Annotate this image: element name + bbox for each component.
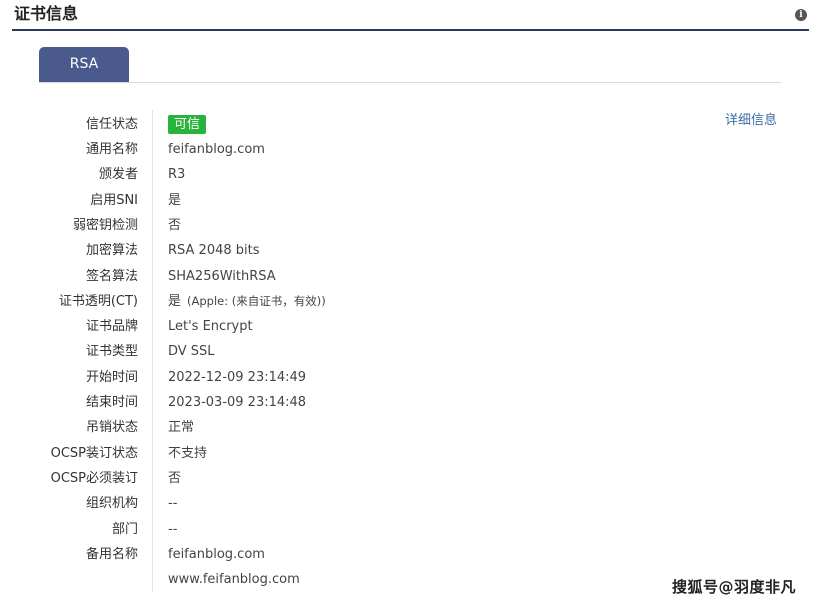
table-row: 通用名称 feifanblog.com — [0, 137, 822, 162]
table-row: 备用名称 feifanblog.com — [0, 542, 822, 567]
table-row: 证书品牌 Let's Encrypt — [0, 314, 822, 339]
field-value-note: (Apple: (来自证书，有效)) — [187, 294, 326, 308]
field-value-text: -- — [168, 522, 178, 537]
table-row: 弱密钥检测 否 — [0, 213, 822, 238]
field-label: 证书透明(CT) — [58, 294, 138, 309]
table-row: 启用SNI 是 — [0, 188, 822, 213]
field-label: 吊销状态 — [85, 420, 138, 435]
field-value-text: RSA 2048 bits — [168, 243, 260, 258]
field-value: 可信 — [168, 112, 207, 137]
field-value: 是 — [168, 188, 181, 213]
field-row-trust-status: 信任状态 可信 — [0, 112, 822, 137]
table-row: 签名算法 SHA256WithRSA — [0, 264, 822, 289]
field-value-text: 是 — [168, 193, 182, 208]
field-label: 证书品牌 — [85, 319, 138, 334]
certificate-info-panel: 证书信息 i RSA 详细信息 信任状态 可信 通用名称 feifanblog.c… — [0, 0, 822, 605]
field-value-text: feifanblog.com — [168, 142, 265, 157]
field-value: 是 (Apple: (来自证书，有效)) — [168, 289, 326, 314]
field-label: 部门 — [111, 522, 138, 537]
field-value: R3 — [168, 162, 185, 187]
field-value-text: R3 — [168, 167, 186, 182]
field-label: 启用SNI — [90, 193, 138, 208]
field-value-text: 正常 — [168, 420, 195, 435]
field-value-text: -- — [168, 496, 178, 511]
field-label: 结束时间 — [85, 395, 138, 410]
field-value: 2022-12-09 23:14:49 — [168, 365, 306, 390]
field-label: 组织机构 — [85, 496, 138, 511]
field-value: feifanblog.com — [168, 137, 265, 162]
field-value-text: www.feifanblog.com — [168, 572, 300, 587]
table-row: 组织机构 -- — [0, 491, 822, 516]
field-value: www.feifanblog.com — [168, 567, 300, 592]
field-value: 不支持 — [168, 441, 207, 466]
field-label: 通用名称 — [85, 142, 138, 157]
field-value-text: 2023-03-09 23:14:48 — [168, 395, 307, 410]
field-value-text: DV SSL — [168, 344, 215, 359]
field-value-text: feifanblog.com — [168, 547, 265, 562]
field-value: RSA 2048 bits — [168, 238, 260, 263]
section-title: 证书信息 — [14, 4, 79, 23]
field-value: Let's Encrypt — [168, 314, 253, 339]
table-row: 加密算法 RSA 2048 bits — [0, 238, 822, 263]
field-label: OCSP必须装订 — [50, 471, 138, 486]
field-value: SHA256WithRSA — [168, 264, 276, 289]
trust-status-badge: 可信 — [168, 115, 207, 134]
field-value: -- — [168, 517, 177, 542]
table-row: OCSP装订状态 不支持 — [0, 441, 822, 466]
field-label: 开始时间 — [85, 370, 138, 385]
field-value: 正常 — [168, 415, 194, 440]
table-row: 开始时间 2022-12-09 23:14:49 — [0, 365, 822, 390]
tab-rsa[interactable]: RSA — [39, 47, 129, 82]
field-label: OCSP装订状态 — [50, 446, 138, 461]
table-row: 吊销状态 正常 — [0, 415, 822, 440]
table-row: 部门 -- — [0, 517, 822, 542]
field-value: 否 — [168, 213, 181, 238]
watermark: 搜狐号@羽度非凡 — [672, 578, 797, 596]
field-label: 信任状态 — [85, 117, 138, 132]
field-label: 颁发者 — [98, 167, 138, 182]
table-row: 证书透明(CT) 是 (Apple: (来自证书，有效)) — [0, 289, 822, 314]
field-value-text: Let's Encrypt — [168, 319, 253, 334]
table-row: 颁发者 R3 — [0, 162, 822, 187]
field-label: 证书类型 — [85, 344, 138, 359]
certificate-tabbar: RSA — [39, 47, 781, 83]
field-value-text: 否 — [168, 218, 182, 233]
field-value-text: SHA256WithRSA — [168, 269, 276, 284]
field-value: 2023-03-09 23:14:48 — [168, 390, 306, 415]
field-value: -- — [168, 491, 177, 516]
field-value-text: 否 — [168, 471, 182, 486]
field-value-text: 是 — [168, 294, 182, 309]
field-value: 否 — [168, 466, 181, 491]
field-label: 加密算法 — [85, 243, 138, 258]
field-label: 签名算法 — [85, 269, 138, 284]
section-header: 证书信息 i — [12, 0, 809, 31]
field-value-text: 2022-12-09 23:14:49 — [168, 370, 307, 385]
field-value: DV SSL — [168, 339, 215, 364]
field-value-text: 不支持 — [168, 446, 208, 461]
table-row: 证书类型 DV SSL — [0, 339, 822, 364]
field-value: feifanblog.com — [168, 542, 265, 567]
info-icon[interactable]: i — [795, 9, 807, 21]
table-row: OCSP必须装订 否 — [0, 466, 822, 491]
field-label: 弱密钥检测 — [72, 218, 138, 233]
table-row: 结束时间 2023-03-09 23:14:48 — [0, 390, 822, 415]
field-label: 备用名称 — [85, 547, 138, 562]
